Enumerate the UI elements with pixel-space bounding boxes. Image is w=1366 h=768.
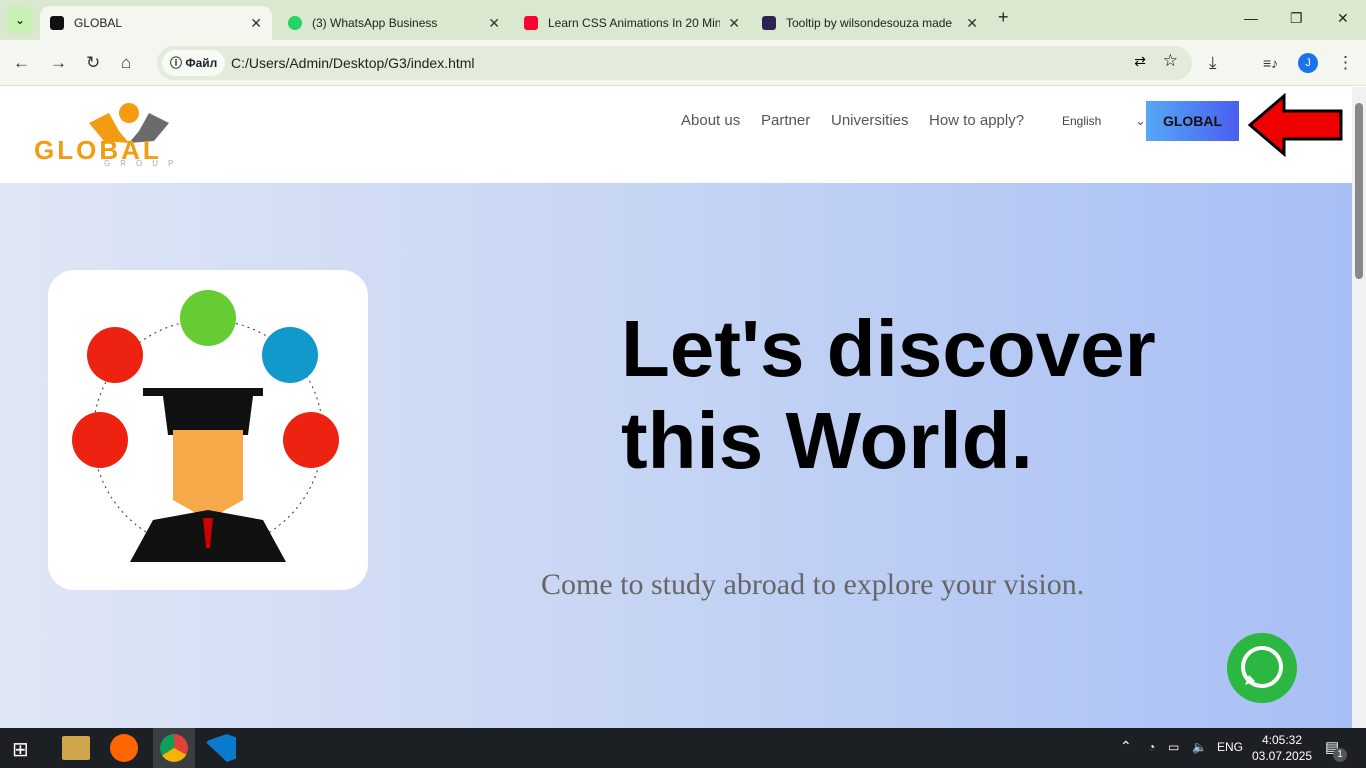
close-tab-icon[interactable]: ✕ — [966, 15, 978, 32]
tab-strip: ⌄ GLOBAL ✕ (3) WhatsApp Business ✕ Learn C… — [0, 0, 1366, 40]
youtube-favicon-icon — [524, 16, 538, 30]
nav-universities[interactable]: Universities — [831, 112, 909, 129]
file-explorer-icon[interactable] — [62, 736, 90, 760]
restore-button[interactable]: ❐ — [1290, 10, 1303, 27]
hero-subtitle: Come to study abroad to explore your vis… — [541, 568, 1085, 601]
hero-headline: Let's discover this World. — [621, 303, 1156, 487]
forward-icon[interactable]: → — [50, 53, 67, 73]
logo[interactable]: GLOBAL GROUP — [34, 101, 224, 171]
url-text[interactable]: C:/Users/Admin/Desktop/G3/index.html — [231, 55, 475, 71]
close-tab-icon[interactable]: ✕ — [488, 15, 500, 32]
home-icon[interactable]: ⌂ — [121, 53, 131, 73]
site-info-chip[interactable]: ⓘ Файл — [162, 50, 226, 76]
graduate-illustration-icon — [72, 290, 339, 562]
tab-youtube[interactable]: Learn CSS Animations In 20 Min ✕ — [514, 6, 750, 40]
battery-icon[interactable]: ▭ — [1168, 740, 1179, 754]
address-bar[interactable]: ⓘ Файл C:/Users/Admin/Desktop/G3/index.h… — [157, 46, 1192, 80]
chevron-down-icon: ⌄ — [1135, 114, 1146, 128]
media-control-icon[interactable]: ≡♪ — [1263, 55, 1278, 71]
nav-partner[interactable]: Partner — [761, 112, 810, 129]
bookmark-star-icon[interactable]: ☆ — [1163, 51, 1178, 71]
menu-icon[interactable]: ⋮ — [1337, 53, 1354, 73]
tab-label: (3) WhatsApp Business — [312, 16, 438, 30]
close-tab-icon[interactable]: ✕ — [728, 15, 740, 32]
taskbar: ⊞ ⌃ ◔ ▭ 🔈 ENG 4:05:32 03.07.2025 ▤ 1 — [0, 728, 1366, 768]
download-icon[interactable]: ⤓ — [1209, 53, 1217, 73]
tab-label: GLOBAL — [74, 16, 123, 30]
tab-global[interactable]: GLOBAL ✕ — [40, 6, 272, 40]
hero-section: Let's discover this World. Come to study … — [0, 183, 1352, 728]
vscode-icon[interactable] — [206, 734, 236, 762]
webpage: GLOBAL GROUP About us Partner Universiti… — [0, 87, 1352, 728]
whatsapp-favicon-icon — [288, 16, 302, 30]
new-tab-button[interactable]: + — [998, 7, 1009, 28]
global-button[interactable]: GLOBAL — [1146, 101, 1239, 141]
hero-illustration — [48, 270, 368, 590]
minimize-button[interactable]: — — [1244, 10, 1258, 26]
clock-date: 03.07.2025 — [1252, 749, 1313, 763]
whatsapp-icon — [1241, 646, 1283, 688]
chrome-icon — [160, 734, 188, 762]
headline-line-1: Let's discover — [621, 304, 1156, 393]
tab-label: Tooltip by wilsondesouza made — [786, 16, 953, 30]
tab-label: Learn CSS Animations In 20 Min — [548, 16, 721, 30]
site-header: GLOBAL GROUP About us Partner Universiti… — [0, 87, 1352, 183]
tab-whatsapp[interactable]: (3) WhatsApp Business ✕ — [278, 6, 510, 40]
firefox-icon[interactable] — [110, 734, 138, 762]
chip-label: Файл — [185, 56, 218, 70]
language-indicator[interactable]: ENG — [1217, 740, 1243, 754]
nav-about-us[interactable]: About us — [681, 112, 740, 129]
whatsapp-button[interactable] — [1227, 633, 1297, 703]
chrome-taskbar-button[interactable] — [153, 728, 195, 768]
tab-uiverse[interactable]: Tooltip by wilsondesouza made ✕ — [752, 6, 988, 40]
red-arrow-icon — [1248, 93, 1343, 157]
nav-how-to-apply[interactable]: How to apply? — [929, 112, 1024, 129]
tray-chevron-icon[interactable]: ⌃ — [1120, 738, 1132, 755]
clock-time: 4:05:32 — [1261, 733, 1303, 747]
logo-subtext: GROUP — [104, 159, 184, 168]
profile-avatar[interactable]: J — [1298, 53, 1318, 73]
close-window-button[interactable]: ✕ — [1337, 10, 1349, 27]
clock[interactable]: 4:05:32 03.07.2025 — [1252, 732, 1312, 764]
browser-toolbar: ← → ↻ ⌂ ⓘ Файл C:/Users/Admin/Desktop/G3… — [0, 40, 1366, 86]
tab-search-button[interactable]: ⌄ — [7, 6, 33, 34]
language-select[interactable]: English ⌄ — [1062, 114, 1145, 128]
back-icon[interactable]: ← — [13, 53, 30, 73]
windows-start-icon[interactable]: ⊞ — [12, 737, 29, 762]
notification-badge: 1 — [1333, 748, 1347, 762]
close-tab-icon[interactable]: ✕ — [250, 15, 262, 32]
language-value: English — [1062, 114, 1102, 128]
uiverse-favicon-icon — [762, 16, 776, 30]
scrollbar-thumb[interactable] — [1355, 103, 1363, 279]
page-scrollbar[interactable] — [1352, 87, 1366, 728]
headline-line-2: this World. — [621, 396, 1033, 485]
volume-icon[interactable]: 🔈 — [1192, 740, 1207, 754]
wifi-icon[interactable]: ◔ — [1148, 740, 1155, 754]
site-favicon-icon — [50, 16, 64, 30]
translate-icon[interactable]: ⇄ — [1134, 53, 1146, 70]
reload-icon[interactable]: ↻ — [86, 53, 100, 73]
